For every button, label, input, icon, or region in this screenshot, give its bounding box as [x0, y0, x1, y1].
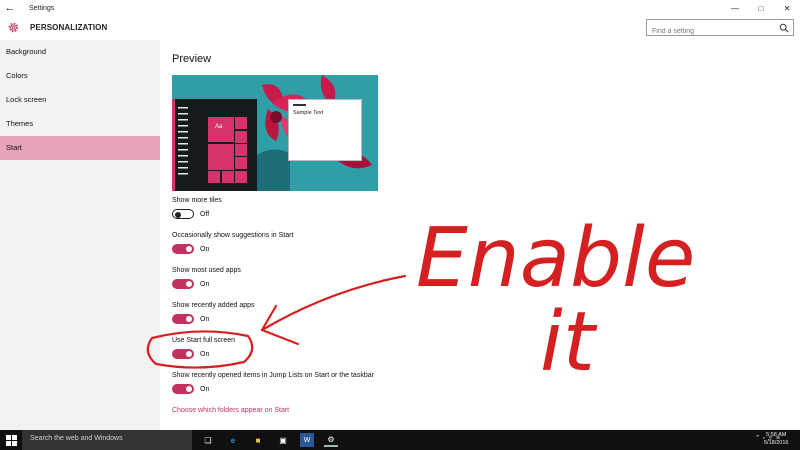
- minimize-icon[interactable]: —: [722, 0, 748, 16]
- setting-label: Show most used apps: [172, 267, 241, 274]
- toggle-switch[interactable]: [172, 209, 194, 219]
- file-explorer-icon[interactable]: ■: [251, 433, 265, 447]
- setting-label: Use Start full screen: [172, 337, 236, 344]
- search-icon[interactable]: [779, 23, 789, 33]
- toggle-state: Off: [200, 210, 210, 218]
- close-icon[interactable]: ✕: [774, 0, 800, 16]
- setting-label: Show recently opened items in Jump Lists…: [172, 372, 374, 379]
- setting-label: Show recently added apps: [172, 302, 255, 309]
- sample-window: Sample Text: [288, 99, 362, 161]
- sidebar-item-background[interactable]: Background: [0, 40, 160, 64]
- sidebar: Background Colors Lock screen Themes Sta…: [0, 40, 160, 430]
- sample-text: Sample Text: [293, 110, 324, 116]
- page-title: PERSONALIZATION: [30, 23, 108, 32]
- start-preview-image: Aa Sample Text: [172, 75, 378, 191]
- title-bar: ← Settings — □ ✕: [0, 0, 800, 16]
- toggle-switch[interactable]: [172, 279, 194, 289]
- toggle-switch[interactable]: [172, 314, 194, 324]
- sidebar-item-themes[interactable]: Themes: [0, 112, 160, 136]
- window-title: Settings: [29, 4, 55, 12]
- setting-recently-added-apps: Show recently added apps On: [172, 302, 255, 324]
- store-icon[interactable]: ▣: [276, 433, 290, 447]
- setting-jump-lists: Show recently opened items in Jump Lists…: [172, 372, 374, 394]
- toggle-switch[interactable]: [172, 384, 194, 394]
- setting-start-full-screen: Use Start full screen On: [172, 337, 235, 359]
- toggle-state: On: [200, 385, 210, 393]
- setting-label: Show more tiles: [172, 197, 222, 204]
- search-box[interactable]: [646, 19, 794, 39]
- sidebar-item-start[interactable]: Start: [0, 136, 160, 160]
- taskbar-search[interactable]: Search the web and Windows: [22, 430, 192, 450]
- toggle-state: On: [200, 315, 210, 323]
- clock-time: 5:58 AM: [766, 432, 787, 438]
- windows-logo-icon: [5, 434, 17, 446]
- choose-folders-link[interactable]: Choose which folders appear on Start: [172, 407, 289, 414]
- toggle-state: On: [200, 350, 210, 358]
- taskbar-search-placeholder: Search the web and Windows: [30, 435, 123, 442]
- start-menu-preview: Aa: [172, 99, 257, 191]
- preview-tile: Aa: [215, 124, 223, 130]
- header: PERSONALIZATION: [0, 16, 800, 40]
- window-controls: — □ ✕: [722, 0, 800, 16]
- sidebar-item-colors[interactable]: Colors: [0, 64, 160, 88]
- sample-window-bar: [293, 104, 306, 106]
- toggle-state: On: [200, 245, 210, 253]
- setting-suggestions: Occasionally show suggestions in Start O…: [172, 232, 293, 254]
- sidebar-item-lock-screen[interactable]: Lock screen: [0, 88, 160, 112]
- search-input[interactable]: [647, 24, 775, 39]
- setting-label: Occasionally show suggestions in Start: [172, 232, 294, 239]
- windows-start-button[interactable]: [0, 430, 22, 450]
- tile-grid: [172, 99, 247, 191]
- setting-show-more-tiles: Show more tiles Off: [172, 197, 222, 219]
- preview-heading: Preview: [172, 53, 212, 65]
- toggle-switch[interactable]: [172, 349, 194, 359]
- taskbar: Search the web and Windows ❏ e ■ ▣ W ⚙ ⌃…: [0, 430, 800, 450]
- system-clock[interactable]: 5:58 AM 5/18/2016: [764, 431, 788, 447]
- back-arrow-icon[interactable]: ←: [0, 0, 20, 16]
- setting-most-used-apps: Show most used apps On: [172, 267, 241, 289]
- settings-app-icon[interactable]: ⚙: [324, 433, 338, 447]
- task-view-icon[interactable]: ❏: [201, 433, 215, 447]
- edge-icon[interactable]: e: [226, 433, 240, 447]
- maximize-icon[interactable]: □: [748, 0, 774, 16]
- toggle-switch[interactable]: [172, 244, 194, 254]
- gear-icon: [8, 22, 19, 33]
- toggle-state: On: [200, 280, 210, 288]
- word-icon[interactable]: W: [300, 433, 314, 447]
- clock-date: 5/18/2016: [764, 440, 789, 446]
- main-content: Preview Aa Sample Text Show more tiles O…: [160, 40, 800, 430]
